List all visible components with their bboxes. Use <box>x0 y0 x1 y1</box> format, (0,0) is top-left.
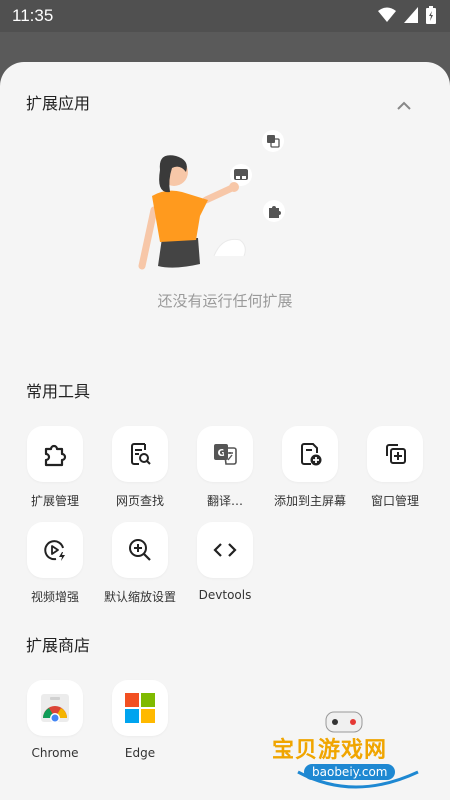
puzzle-icon <box>44 444 67 467</box>
store-label: Chrome <box>31 746 79 760</box>
tool-translate[interactable]: G 翻译… <box>180 426 270 509</box>
window-add-icon <box>386 444 406 464</box>
store-chrome-icon-wrap <box>27 680 83 736</box>
tool-label: Devtools <box>198 588 252 602</box>
tool-label: 翻译… <box>206 494 243 508</box>
status-bar: 11:35 <box>0 0 450 32</box>
extensions-title: 扩展应用 <box>26 94 91 113</box>
tool-extension-manage[interactable]: 扩展管理 <box>10 426 100 509</box>
tool-add-to-home[interactable]: 添加到主屏幕 <box>265 426 355 509</box>
edge-icon <box>125 693 155 723</box>
wifi-icon <box>378 7 396 22</box>
tool-label: 视频增强 <box>30 590 79 604</box>
tool-default-zoom[interactable]: 默认缩放设置 <box>95 522 185 605</box>
tool-default-zoom-icon-wrap <box>112 522 168 578</box>
empty-state-text: 还没有运行任何扩展 <box>157 292 293 310</box>
tool-window-manage[interactable]: 窗口管理 <box>350 426 440 509</box>
chrome-icon <box>41 694 69 723</box>
tool-video-enhance[interactable]: 视频增强 <box>10 522 100 605</box>
tool-extension-manage-icon-wrap <box>27 426 83 482</box>
add-to-home-icon <box>301 443 322 466</box>
tool-window-manage-icon-wrap <box>367 426 423 482</box>
tool-add-to-home-icon-wrap <box>282 426 338 482</box>
battery-icon <box>426 6 436 24</box>
zoom-icon <box>129 539 151 561</box>
tool-devtools-icon-wrap <box>197 522 253 578</box>
code-icon <box>213 543 237 557</box>
status-icons <box>378 6 436 24</box>
tool-label: 默认缩放设置 <box>103 590 176 604</box>
store-edge[interactable]: Edge <box>95 680 185 760</box>
tool-video-enhance-icon-wrap <box>27 522 83 578</box>
tool-label: 网页查找 <box>115 494 164 508</box>
tool-page-search-icon-wrap <box>112 426 168 482</box>
translate-icon: G <box>214 444 237 465</box>
video-enhance-icon <box>44 540 65 561</box>
store-label: Edge <box>124 746 156 760</box>
status-time: 11:35 <box>12 6 54 25</box>
tool-label: 窗口管理 <box>370 494 419 508</box>
empty-illustration <box>138 130 285 270</box>
watermark-url: baobeiy.com <box>304 764 396 780</box>
tool-page-search[interactable]: 网页查找 <box>95 426 185 509</box>
signal-icon <box>404 7 418 23</box>
tool-translate-icon-wrap: G <box>197 426 253 482</box>
puzzle-bubble-icon <box>263 200 285 222</box>
watermark-text: 宝贝游戏网 <box>272 738 388 763</box>
store-chrome[interactable]: Chrome <box>10 680 100 760</box>
page-search-icon <box>131 443 151 465</box>
store-title: 扩展商店 <box>26 636 91 655</box>
tool-devtools[interactable]: Devtools <box>180 522 270 602</box>
translate-bubble-icon <box>262 130 284 152</box>
tool-label: 添加到主屏幕 <box>273 494 346 508</box>
tools-title: 常用工具 <box>26 382 91 401</box>
tool-label: 扩展管理 <box>30 494 79 508</box>
chevron-up-icon[interactable] <box>396 98 412 114</box>
store-edge-icon-wrap <box>112 680 168 736</box>
